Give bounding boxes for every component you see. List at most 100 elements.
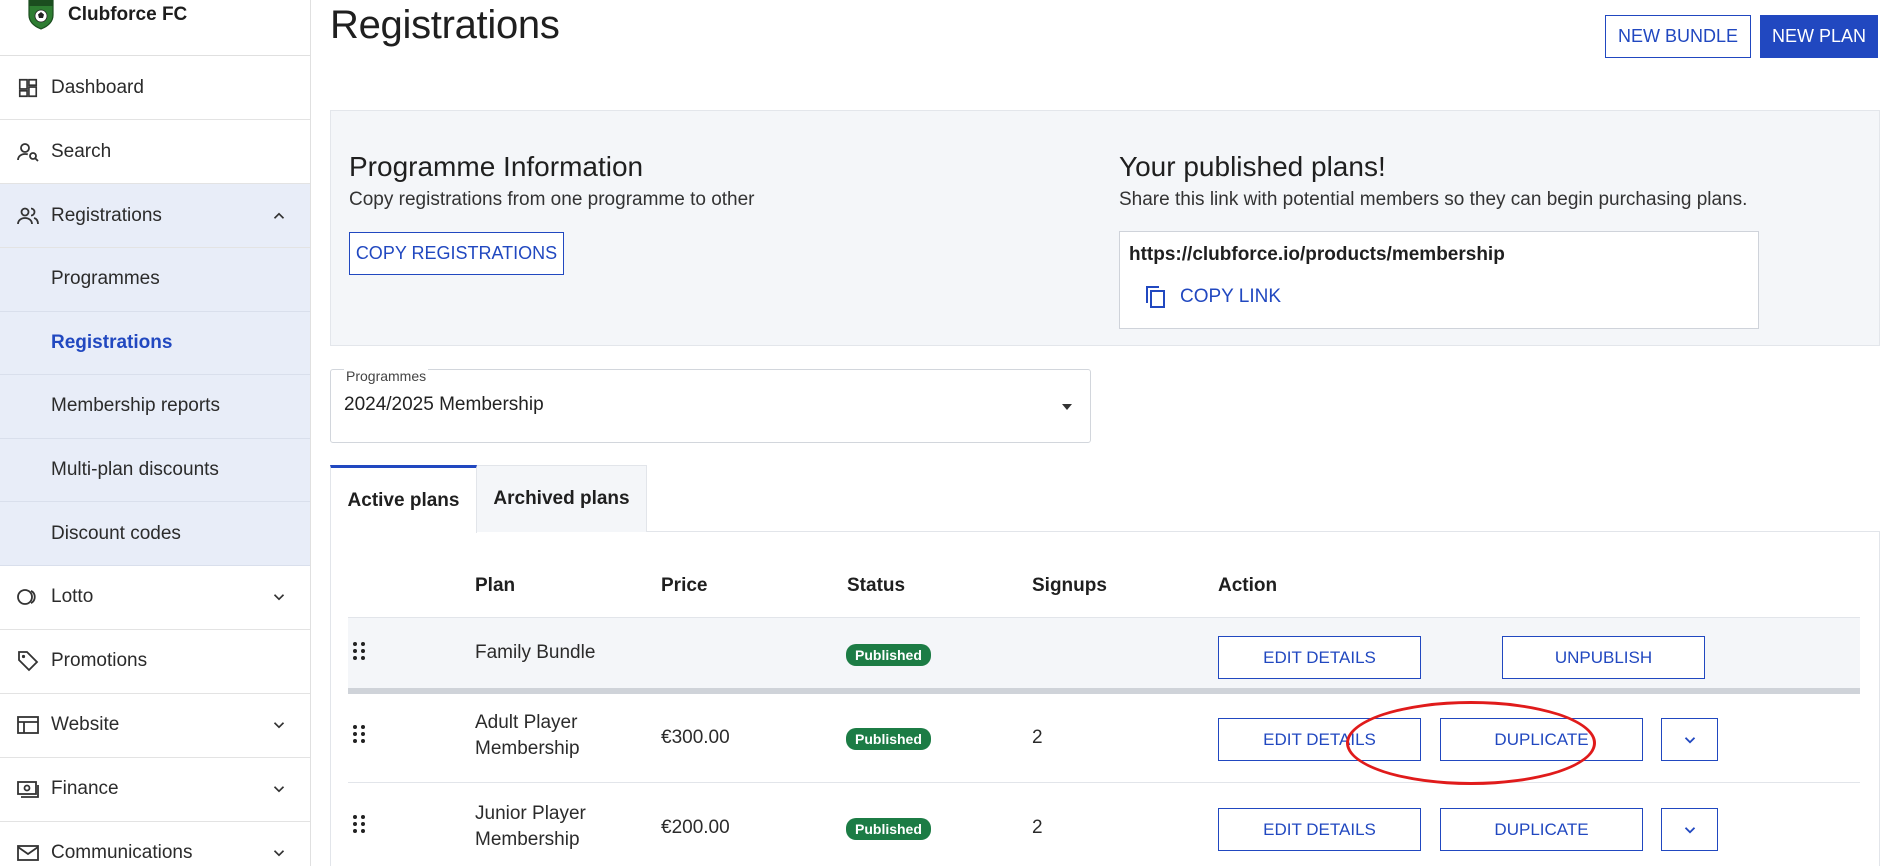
- people-icon: [16, 204, 40, 228]
- tab-archived-plans[interactable]: Archived plans: [477, 465, 647, 532]
- chevron-down-icon: [1684, 826, 1695, 834]
- brand[interactable]: Clubforce FC: [0, 0, 310, 56]
- plans-table: Plan Price Status Signups Action Family …: [348, 555, 1860, 866]
- chevron-down-icon: [273, 850, 285, 857]
- tag-icon: [16, 649, 40, 673]
- sidebar-item-lotto[interactable]: Lotto: [0, 566, 310, 630]
- status-badge: Published: [846, 728, 931, 750]
- drag-handle-icon[interactable]: [352, 641, 366, 661]
- unpublish-button[interactable]: UNPUBLISH: [1502, 636, 1705, 679]
- lotto-icon: [16, 585, 40, 609]
- column-header-plan: Plan: [475, 575, 516, 596]
- sidebar-item-label: Registrations: [51, 204, 162, 226]
- column-header-action: Action: [1218, 575, 1278, 596]
- programmes-select-label: Programmes: [344, 368, 429, 384]
- duplicate-button[interactable]: DUPLICATE: [1440, 808, 1643, 851]
- drag-handle-icon[interactable]: [352, 724, 366, 744]
- column-header-price: Price: [661, 575, 708, 596]
- programme-info: Programme Information Copy registrations…: [349, 151, 755, 211]
- published-plans-description: Share this link with potential members s…: [1119, 189, 1748, 210]
- programmes-select-value: 2024/2025 Membership: [344, 394, 544, 415]
- table-header: Plan Price Status Signups Action: [348, 555, 1860, 618]
- page-title: Registrations: [330, 3, 560, 47]
- sidebar-item-website[interactable]: Website: [0, 694, 310, 758]
- drag-handle-icon[interactable]: [352, 814, 366, 834]
- plan-price: €200.00: [661, 817, 730, 838]
- chevron-down-icon: [273, 786, 285, 793]
- website-icon: [16, 713, 40, 737]
- dropdown-caret-icon: [1062, 404, 1072, 410]
- sidebar-item-promotions[interactable]: Promotions: [0, 630, 310, 694]
- published-plans-title: Your published plans!: [1119, 151, 1386, 182]
- mail-icon: [16, 841, 40, 865]
- duplicate-button[interactable]: DUPLICATE: [1440, 718, 1643, 761]
- divider: [330, 532, 331, 866]
- plan-name: Family Bundle: [475, 642, 596, 663]
- sidebar-subitem-programmes[interactable]: Programmes: [0, 248, 310, 312]
- sidebar-item-label: Promotions: [51, 650, 148, 672]
- copy-link-button[interactable]: COPY LINK: [1144, 284, 1281, 310]
- sidebar-item-finance[interactable]: Finance: [0, 758, 310, 822]
- sidebar-subitem-discount-codes[interactable]: Discount codes: [0, 502, 310, 566]
- sidebar-item-label: Search: [51, 140, 112, 162]
- registrations-submenu: Programmes Registrations Membership repo…: [0, 248, 310, 566]
- copy-registrations-button[interactable]: COPY REGISTRATIONS: [349, 232, 564, 275]
- sidebar-item-label: Dashboard: [51, 76, 144, 98]
- edit-details-button[interactable]: EDIT DETAILS: [1218, 808, 1421, 851]
- share-link-box: https://clubforce.io/products/membership…: [1119, 231, 1759, 329]
- status-badge: Published: [846, 644, 931, 666]
- divider: [1879, 532, 1880, 866]
- sidebar-item-dashboard[interactable]: Dashboard: [0, 56, 310, 120]
- table-row: Junior Player Membership €200.00 Publish…: [348, 783, 1860, 866]
- sidebar-subitem-membership-reports[interactable]: Membership reports: [0, 375, 310, 439]
- person-search-icon: [16, 140, 40, 164]
- tab-active-plans[interactable]: Active plans: [330, 465, 477, 533]
- info-panel: Programme Information Copy registrations…: [330, 110, 1880, 346]
- sidebar-subitem-multi-plan-discounts[interactable]: Multi-plan discounts: [0, 439, 310, 503]
- sidebar-item-label: Communications: [51, 842, 193, 864]
- sidebar-item-registrations[interactable]: Registrations: [0, 184, 310, 248]
- plan-name-line2: Membership: [475, 829, 580, 850]
- sidebar: Clubforce FC Dashboard Search Registrati…: [0, 0, 311, 866]
- money-icon: [16, 777, 40, 801]
- table-row: Adult Player Membership €300.00 Publishe…: [348, 694, 1860, 783]
- dashboard-icon: [16, 76, 40, 100]
- plan-name-line1: Adult Player: [475, 712, 578, 733]
- programmes-select[interactable]: Programmes 2024/2025 Membership: [330, 368, 1091, 443]
- new-bundle-button[interactable]: NEW BUNDLE: [1605, 15, 1751, 58]
- plan-tabs: Active plans Archived plans: [330, 465, 1880, 533]
- programme-info-description: Copy registrations from one programme to…: [349, 189, 755, 210]
- plan-name-line1: Junior Player: [475, 803, 586, 824]
- plan-name-line2: Membership: [475, 738, 580, 759]
- new-plan-button[interactable]: NEW PLAN: [1760, 15, 1878, 58]
- plan-signups: 2: [1032, 727, 1043, 748]
- column-header-status: Status: [847, 575, 906, 596]
- chevron-down-icon: [1684, 736, 1695, 744]
- share-link-url[interactable]: https://clubforce.io/products/membership: [1129, 244, 1505, 266]
- chevron-up-icon: [273, 212, 285, 219]
- column-header-signups: Signups: [1032, 575, 1107, 596]
- sidebar-subitem-registrations[interactable]: Registrations: [0, 312, 310, 376]
- more-actions-button[interactable]: [1661, 718, 1718, 761]
- sidebar-item-label: Lotto: [51, 586, 94, 608]
- chevron-down-icon: [273, 594, 285, 601]
- copy-icon: [1146, 286, 1165, 308]
- copy-link-label: COPY LINK: [1180, 286, 1282, 307]
- plan-signups: 2: [1032, 817, 1043, 838]
- edit-details-button[interactable]: EDIT DETAILS: [1218, 718, 1421, 761]
- club-crest-icon: [28, 0, 54, 30]
- programme-info-title: Programme Information: [349, 151, 644, 182]
- edit-details-button[interactable]: EDIT DETAILS: [1218, 636, 1421, 679]
- chevron-down-icon: [273, 722, 285, 729]
- more-actions-button[interactable]: [1661, 808, 1718, 851]
- sidebar-item-label: Website: [51, 714, 120, 736]
- sidebar-item-communications[interactable]: Communications: [0, 822, 310, 866]
- sidebar-item-search[interactable]: Search: [0, 120, 310, 184]
- brand-name: Clubforce FC: [68, 4, 188, 25]
- published-plans-info: Your published plans! Share this link wi…: [1119, 151, 1747, 211]
- main-content: Registrations NEW BUNDLE NEW PLAN Progra…: [330, 0, 1880, 866]
- table-row: Family Bundle Published EDIT DETAILS UNP…: [348, 618, 1860, 694]
- sidebar-item-label: Finance: [51, 778, 119, 800]
- plan-price: €300.00: [661, 727, 730, 748]
- status-badge: Published: [846, 818, 931, 840]
